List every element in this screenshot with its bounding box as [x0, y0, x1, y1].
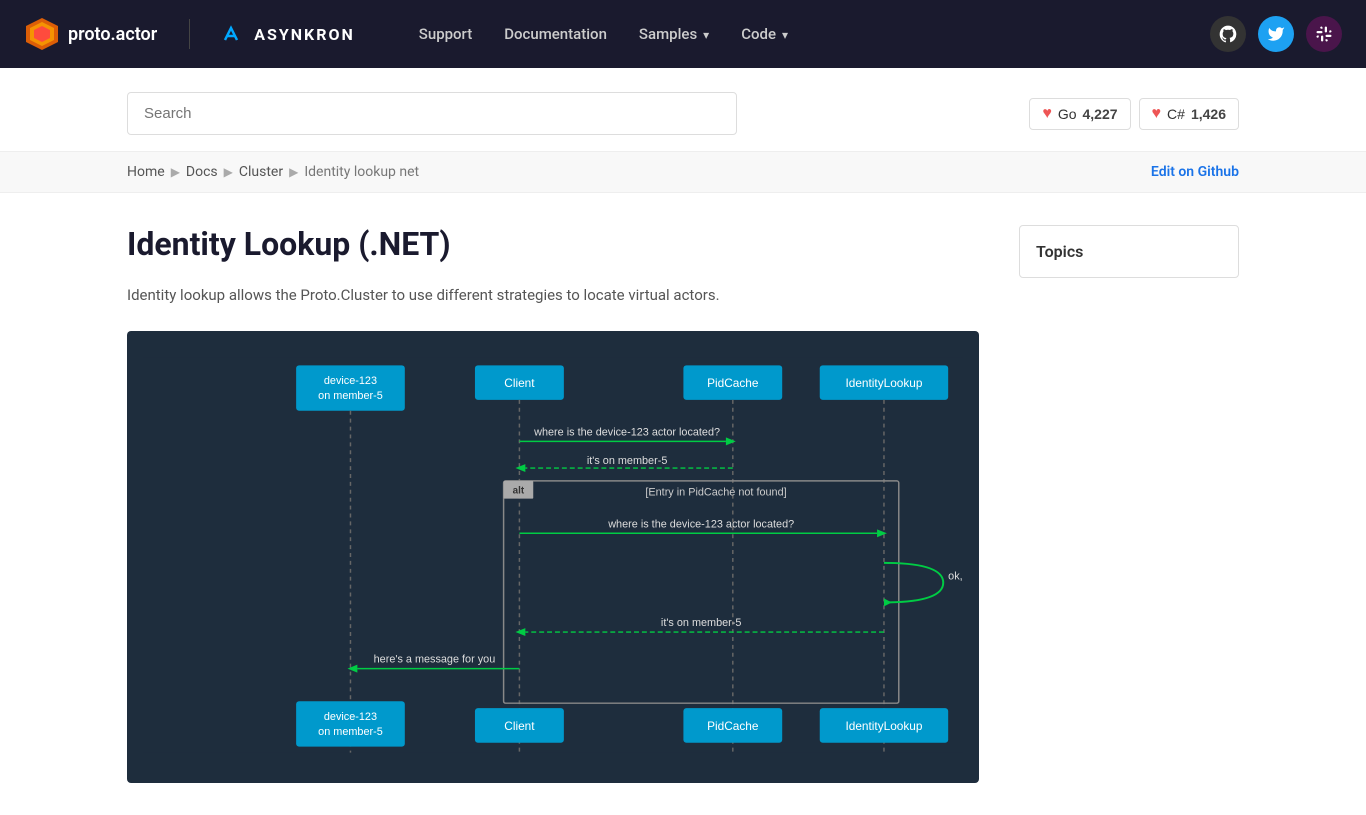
breadcrumb-cluster[interactable]: Cluster [239, 164, 283, 180]
topics-title: Topics [1036, 242, 1222, 261]
proto-actor-logo [24, 16, 60, 52]
twitter-button[interactable] [1258, 16, 1294, 52]
svg-text:IdentityLookup: IdentityLookup [845, 376, 922, 390]
svg-text:on member-5: on member-5 [318, 390, 383, 402]
asynkron-text: ASYNKRON [254, 25, 355, 44]
svg-text:it's on member-5: it's on member-5 [587, 455, 668, 467]
edit-on-github-link[interactable]: Edit on Github [1151, 164, 1239, 180]
content-area: Identity Lookup (.NET) Identity lookup a… [127, 225, 979, 783]
svg-text:device-123: device-123 [324, 375, 377, 387]
diagram-container: device-123 on member-5 Client PidCache I… [127, 331, 979, 783]
csharp-label: C# [1167, 106, 1185, 122]
navbar-divider [189, 19, 190, 49]
asynkron-logo-icon [222, 22, 246, 46]
slack-icon [1315, 25, 1333, 43]
search-section: ♥ Go 4,227 ♥ C# 1,426 [0, 68, 1366, 151]
navbar: proto.actor ASYNKRON Support Documentati… [0, 0, 1366, 68]
github-button[interactable] [1210, 16, 1246, 52]
breadcrumb-section: Home ▶ Docs ▶ Cluster ▶ Identity lookup … [0, 151, 1366, 193]
twitter-icon [1267, 25, 1285, 43]
like-csharp-button[interactable]: ♥ C# 1,426 [1139, 98, 1239, 130]
svg-text:PidCache: PidCache [707, 719, 759, 733]
page-title: Identity Lookup (.NET) [127, 225, 979, 263]
slack-button[interactable] [1306, 16, 1342, 52]
github-icon [1218, 24, 1238, 44]
nav-documentation[interactable]: Documentation [504, 25, 607, 43]
svg-text:here's a message for you: here's a message for you [374, 654, 496, 666]
svg-text:where is the device-123 actor: where is the device-123 actor located? [533, 426, 720, 438]
svg-text:Client: Client [504, 376, 535, 390]
brand[interactable]: proto.actor [24, 16, 157, 52]
heart-csharp-icon: ♥ [1152, 105, 1162, 123]
search-input-wrap [127, 92, 737, 135]
breadcrumb-sep-2: ▶ [224, 165, 233, 179]
search-input[interactable] [127, 92, 737, 135]
svg-text:Client: Client [504, 719, 535, 733]
code-chevron [780, 25, 788, 43]
nav-icons [1210, 16, 1342, 52]
asynkron-brand[interactable]: ASYNKRON [222, 22, 355, 46]
svg-text:PidCache: PidCache [707, 376, 759, 390]
breadcrumb-sep-1: ▶ [171, 165, 180, 179]
breadcrumb-sep-3: ▶ [289, 165, 298, 179]
heart-go-icon: ♥ [1042, 105, 1052, 123]
sequence-diagram: device-123 on member-5 Client PidCache I… [143, 355, 963, 755]
like-go-button[interactable]: ♥ Go 4,227 [1029, 98, 1130, 130]
samples-chevron [701, 25, 709, 43]
svg-text:[Entry in PidCache not found]: [Entry in PidCache not found] [645, 487, 786, 499]
topics-sidebar: Topics [1019, 225, 1239, 783]
breadcrumb: Home ▶ Docs ▶ Cluster ▶ Identity lookup … [127, 164, 419, 180]
breadcrumb-current: Identity lookup net [304, 164, 419, 180]
nav-support[interactable]: Support [419, 25, 472, 43]
main-content: Identity Lookup (.NET) Identity lookup a… [0, 193, 1366, 815]
svg-text:on member-5: on member-5 [318, 726, 383, 738]
breadcrumb-home[interactable]: Home [127, 164, 165, 180]
svg-text:device-123: device-123 [324, 711, 377, 723]
main-nav: Support Documentation Samples Code [419, 25, 788, 43]
csharp-count: 1,426 [1191, 106, 1226, 122]
brand-name: proto.actor [68, 24, 157, 45]
svg-text:alt: alt [513, 486, 525, 497]
like-buttons: ♥ Go 4,227 ♥ C# 1,426 [1029, 98, 1239, 130]
svg-text:IdentityLookup: IdentityLookup [845, 719, 922, 733]
svg-text:it's on member-5: it's on member-5 [661, 617, 742, 629]
go-label: Go [1058, 106, 1077, 122]
nav-samples[interactable]: Samples [639, 25, 709, 43]
svg-text:where is the device-123 actor: where is the device-123 actor located? [607, 518, 794, 530]
topics-box: Topics [1019, 225, 1239, 278]
svg-text:ok, found it: ok, found it [948, 571, 963, 583]
page-intro: Identity lookup allows the Proto.Cluster… [127, 283, 979, 307]
nav-code[interactable]: Code [741, 25, 788, 43]
breadcrumb-docs[interactable]: Docs [186, 164, 218, 180]
go-count: 4,227 [1083, 106, 1118, 122]
